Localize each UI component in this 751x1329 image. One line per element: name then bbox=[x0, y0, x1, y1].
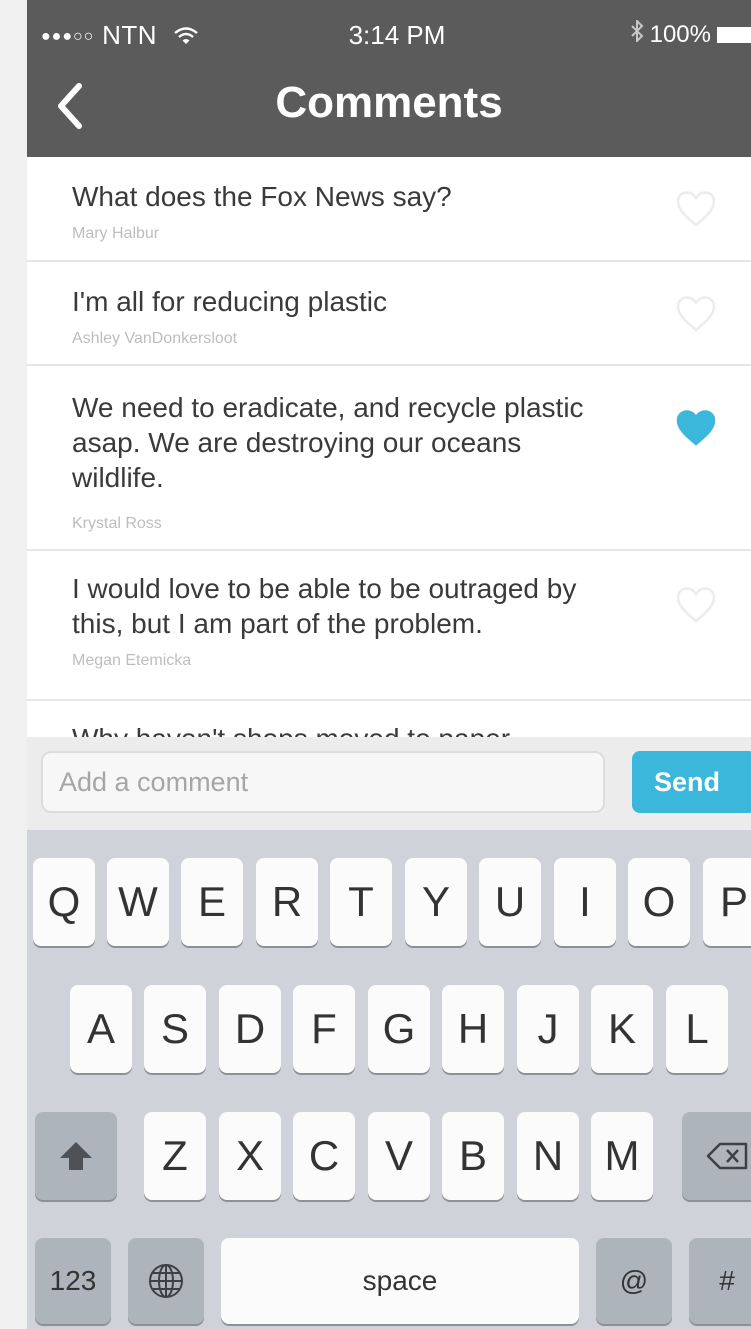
key-c[interactable]: C bbox=[293, 1112, 355, 1200]
key-j[interactable]: J bbox=[517, 985, 579, 1073]
comment-author: Krystal Ross bbox=[72, 515, 162, 532]
status-time: 3:14 PM bbox=[348, 20, 446, 50]
compose-bar: Send bbox=[27, 737, 751, 830]
key-t[interactable]: T bbox=[330, 858, 392, 946]
key-a[interactable]: A bbox=[70, 985, 132, 1073]
wifi-icon bbox=[165, 20, 199, 50]
heart-filled-icon[interactable] bbox=[674, 408, 718, 448]
key-m[interactable]: M bbox=[591, 1112, 653, 1200]
comment-text: I'm all for reducing plastic bbox=[72, 286, 388, 317]
list-item: I'm all for reducing plastic Ashley VanD… bbox=[27, 262, 751, 366]
comment-author: Ashley VanDonkersloot bbox=[72, 330, 238, 347]
phone-screen: ●●●○○ NTN 3:14 PM 100% Comments What doe… bbox=[27, 0, 751, 1329]
nav-header: ●●●○○ NTN 3:14 PM 100% Comments bbox=[27, 0, 751, 157]
page-title: Comments bbox=[275, 78, 503, 127]
numbers-key[interactable]: 123 bbox=[35, 1238, 111, 1324]
key-q[interactable]: Q bbox=[33, 858, 95, 946]
key-y[interactable]: Y bbox=[405, 858, 467, 946]
comment-input[interactable] bbox=[41, 751, 605, 813]
battery-icon bbox=[717, 26, 751, 43]
space-key[interactable]: space bbox=[221, 1238, 579, 1324]
shift-key[interactable] bbox=[35, 1112, 117, 1200]
key-l[interactable]: L bbox=[666, 985, 728, 1073]
comment-text: Why haven't shops moved to paper bbox=[72, 721, 612, 737]
comment-text: I would love to be able to be outraged b… bbox=[72, 573, 577, 639]
key-k[interactable]: K bbox=[591, 985, 653, 1073]
heart-icon[interactable] bbox=[674, 585, 718, 625]
bluetooth-icon bbox=[630, 18, 644, 49]
list-item: We need to eradicate, and recycle plasti… bbox=[27, 366, 751, 551]
comment-text: What does the Fox News say? bbox=[72, 181, 452, 212]
heart-icon[interactable] bbox=[674, 189, 718, 229]
key-i[interactable]: I bbox=[554, 858, 616, 946]
status-carrier: ●●●○○ NTN bbox=[41, 20, 199, 51]
key-v[interactable]: V bbox=[368, 1112, 430, 1200]
key-f[interactable]: F bbox=[293, 985, 355, 1073]
key-p[interactable]: P bbox=[703, 858, 751, 946]
key-d[interactable]: D bbox=[219, 985, 281, 1073]
globe-key[interactable] bbox=[128, 1238, 204, 1324]
key-r[interactable]: R bbox=[256, 858, 318, 946]
key-g[interactable]: G bbox=[368, 985, 430, 1073]
shift-arrow-icon bbox=[60, 1142, 92, 1170]
send-button[interactable]: Send bbox=[632, 751, 751, 813]
comment-author: Mary Halbur bbox=[72, 225, 160, 242]
key-s[interactable]: S bbox=[144, 985, 206, 1073]
key-w[interactable]: W bbox=[107, 858, 169, 946]
at-key[interactable]: @ bbox=[596, 1238, 672, 1324]
list-item: What does the Fox News say? Mary Halbur bbox=[27, 157, 751, 262]
key-z[interactable]: Z bbox=[144, 1112, 206, 1200]
carrier-name: NTN bbox=[102, 20, 157, 50]
comment-author: Megan Etemicka bbox=[72, 652, 192, 669]
hash-key[interactable]: # bbox=[689, 1238, 751, 1324]
signal-strength-icon: ●●●○○ bbox=[41, 28, 95, 45]
delete-key[interactable] bbox=[682, 1112, 751, 1200]
list-item: Why haven't shops moved to paper bbox=[27, 701, 751, 737]
comment-text: We need to eradicate, and recycle plasti… bbox=[72, 392, 584, 493]
key-x[interactable]: X bbox=[219, 1112, 281, 1200]
list-item: I would love to be able to be outraged b… bbox=[27, 551, 751, 701]
key-e[interactable]: E bbox=[181, 858, 243, 946]
key-o[interactable]: O bbox=[628, 858, 690, 946]
globe-icon bbox=[149, 1264, 183, 1298]
comment-list[interactable]: What does the Fox News say? Mary Halbur … bbox=[27, 157, 751, 737]
keyboard: Q W E R T Y U I O P A S D F G H J K L Z … bbox=[27, 830, 751, 1329]
backspace-icon bbox=[706, 1142, 748, 1170]
status-right: 100% bbox=[630, 18, 751, 49]
battery-percent: 100% bbox=[649, 20, 711, 48]
heart-icon[interactable] bbox=[674, 294, 718, 334]
key-n[interactable]: N bbox=[517, 1112, 579, 1200]
key-u[interactable]: U bbox=[479, 858, 541, 946]
key-h[interactable]: H bbox=[442, 985, 504, 1073]
key-b[interactable]: B bbox=[442, 1112, 504, 1200]
